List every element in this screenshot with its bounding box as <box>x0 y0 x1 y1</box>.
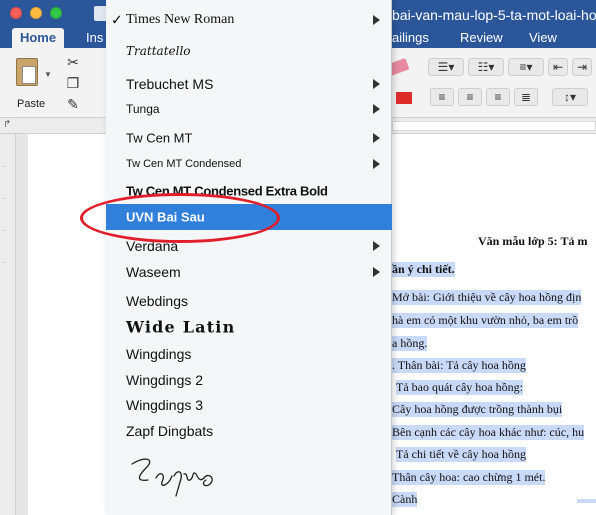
menu-item-wingdings-3[interactable]: Wingdings 3 <box>106 392 392 418</box>
multilevel-list-icon[interactable]: ≡▾ <box>508 58 544 76</box>
font-dropdown-menu: ✓ Times New Roman Trattatello Trebuchet … <box>106 0 392 515</box>
ruler-mark: · <box>3 226 6 235</box>
menu-item-trattatello[interactable]: Trattatello <box>106 38 392 64</box>
menu-item-times-new-roman[interactable]: ✓ Times New Roman <box>106 7 392 33</box>
menu-item-label: Trattatello <box>126 44 191 58</box>
menu-item-uvn-bai-sau[interactable]: UVN Bai Sau <box>106 204 392 230</box>
cut-icon[interactable]: ✂ <box>64 54 82 70</box>
menu-item-tunga[interactable]: Tunga <box>106 96 392 122</box>
ruler-mark: · <box>3 194 6 203</box>
menu-item-wingdings[interactable]: Wingdings <box>106 341 392 367</box>
menu-item-tw-cen-mt-condensed-extra-bold[interactable]: Tw Cen MT Condensed Extra Bold <box>106 178 392 204</box>
menu-item-label: Tw Cen MT <box>126 130 193 146</box>
doc-line: . Thân bài: Tả cây hoa hồng <box>392 358 526 373</box>
font-color-icon[interactable] <box>396 92 412 104</box>
tab-view[interactable]: View <box>529 30 557 45</box>
paste-label: Paste <box>17 98 46 110</box>
menu-item-label: Wingdings <box>126 346 192 362</box>
menu-item-zapfino[interactable] <box>126 452 226 498</box>
tab-mailings[interactable]: ailings <box>392 30 429 45</box>
tab-insert[interactable]: Ins <box>86 30 103 45</box>
submenu-arrow-icon <box>373 15 380 25</box>
menu-item-label: Zapf Dingbats <box>126 423 214 439</box>
maximize-window-button[interactable] <box>50 7 62 19</box>
menu-item-tw-cen-mt-condensed[interactable]: Tw Cen MT Condensed <box>106 151 392 177</box>
menu-item-zapf-dingbats[interactable]: Zapf Dingbats <box>106 418 392 444</box>
paste-dropdown-icon[interactable]: ▼ <box>44 70 52 79</box>
menu-item-trebuchet-ms[interactable]: Trebuchet MS <box>106 71 392 97</box>
submenu-arrow-icon <box>373 241 380 251</box>
doc-line: Mở bài: Giới thiệu về cây hoa hồng địn <box>392 290 582 305</box>
ruler-text-area <box>392 121 596 131</box>
menu-item-label: Times New Roman <box>126 12 235 27</box>
zapfino-script-icon <box>131 458 213 497</box>
line-spacing-icon[interactable]: ↕▾ <box>552 88 588 106</box>
menu-item-label: Verdana <box>126 238 179 254</box>
menu-item-label: Wingdings 3 <box>126 397 204 413</box>
menu-item-tw-cen-mt[interactable]: Tw Cen MT <box>106 125 392 151</box>
menu-item-waseem[interactable]: Waseem <box>106 259 392 285</box>
submenu-arrow-icon <box>373 104 380 114</box>
tab-home[interactable]: Home <box>12 28 64 48</box>
doc-line: Bên cạnh các cây hoa khác như: cúc, hu <box>392 425 585 440</box>
doc-line: ần ý chi tiết. <box>392 262 455 277</box>
doc-line: hà em có một khu vườn nhỏ, ba em trồ <box>392 313 579 328</box>
menu-item-label: Trebuchet MS <box>126 76 214 92</box>
minimize-window-button[interactable] <box>30 7 42 19</box>
bullets-icon[interactable]: ☰▾ <box>428 58 464 76</box>
doc-line: Cành <box>392 492 596 507</box>
close-window-button[interactable] <box>10 7 22 19</box>
numbering-icon[interactable]: ☷▾ <box>468 58 504 76</box>
doc-line: Thân cây hoa: cao chừng 1 mét. <box>392 470 546 485</box>
menu-item-verdana[interactable]: Verdana <box>106 233 392 259</box>
doc-line: Tả bao quát cây hoa hồng: <box>396 380 523 395</box>
format-painter-icon[interactable]: ✎ <box>64 96 82 112</box>
menu-item-label: Tw Cen MT Condensed Extra Bold <box>126 183 328 199</box>
menu-item-label: Tw Cen MT Condensed <box>126 158 242 170</box>
menu-item-label: Tunga <box>126 102 160 116</box>
doc-line: Tả chi tiết về cây hoa hồng <box>396 447 526 462</box>
menu-item-label: Wingdings 2 <box>126 372 204 388</box>
menu-item-label: UVN Bai Sau <box>126 209 205 225</box>
submenu-arrow-icon <box>373 267 380 277</box>
paste-button[interactable]: ▼ Paste <box>10 54 54 112</box>
ruler-mark: · <box>3 258 6 267</box>
submenu-arrow-icon <box>373 159 380 169</box>
doc-line: Cây hoa hồng được trồng thành bụi <box>392 402 563 417</box>
doc-line: a hồng. <box>392 336 428 351</box>
copy-icon[interactable]: ❐ <box>64 75 82 91</box>
menu-item-webdings[interactable]: Webdings <box>106 288 392 314</box>
window-title: bai-van-mau-lop-5-ta-mot-loai-ho <box>392 7 596 23</box>
ruler-mark: · <box>3 162 6 171</box>
align-center-icon[interactable]: ≡ <box>458 88 482 106</box>
submenu-arrow-icon <box>373 79 380 89</box>
menu-item-label: Webdings <box>126 293 189 309</box>
menu-item-wide-latin[interactable]: Wide Latin <box>106 314 392 340</box>
decrease-indent-icon[interactable]: ⇤ <box>548 58 568 76</box>
justify-icon[interactable]: ≣ <box>514 88 538 106</box>
menu-item-label: Wide Latin <box>126 317 236 337</box>
increase-indent-icon[interactable]: ⇥ <box>572 58 592 76</box>
submenu-arrow-icon <box>373 133 380 143</box>
checkmark-icon: ✓ <box>111 11 123 28</box>
paste-sheet-icon <box>22 66 36 84</box>
vertical-ruler: · · · · <box>0 134 16 515</box>
tab-review[interactable]: Review <box>460 30 503 45</box>
doc-heading: Văn mẫu lớp 5: Tả m <box>478 234 588 248</box>
align-left-icon[interactable]: ≡ <box>430 88 454 106</box>
menu-item-label: Waseem <box>126 264 181 280</box>
menu-item-wingdings-2[interactable]: Wingdings 2 <box>106 367 392 393</box>
tab-stop-selector-icon[interactable]: ↱ <box>3 119 11 130</box>
align-right-icon[interactable]: ≡ <box>486 88 510 106</box>
